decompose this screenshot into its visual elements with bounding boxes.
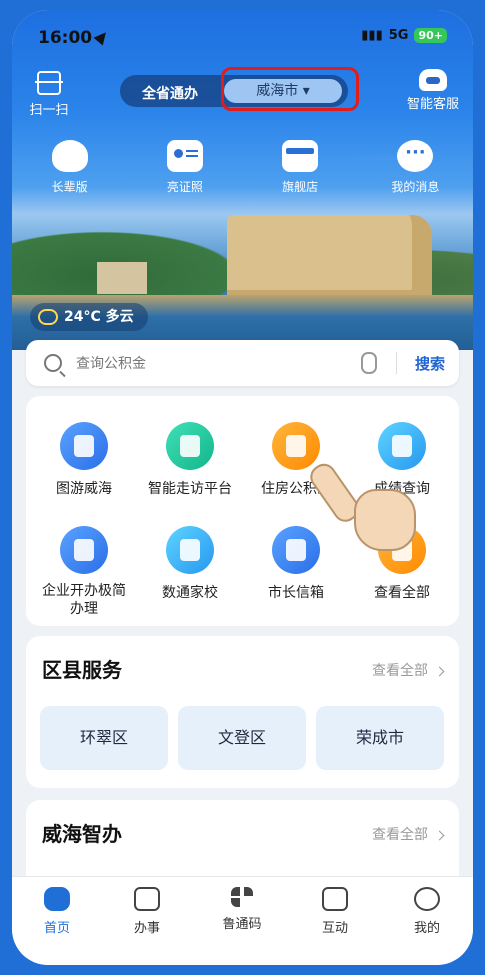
status-right: ▮▮▮ 5G 90+ xyxy=(361,28,447,43)
landmark-building-image xyxy=(227,215,432,300)
document-icon xyxy=(134,887,160,911)
service-business-setup[interactable]: 企业开办极简办理 xyxy=(32,526,136,618)
network-label: 5G xyxy=(388,28,409,43)
location-arrow-icon xyxy=(93,28,111,46)
smart-service-label: 智能客服 xyxy=(406,97,459,112)
heart-hand-icon xyxy=(51,140,88,172)
status-bar: 16:00 ▮▮▮ 5G 90+ xyxy=(38,28,447,50)
smart-office-title: 威海智办 xyxy=(42,822,122,846)
quick-actions: 长辈版 亮证照 旗舰店 我的消息 xyxy=(12,140,473,195)
district-rongcheng[interactable]: 荣成市 xyxy=(316,706,444,770)
nav-label: 办事 xyxy=(133,921,160,936)
quick-elder-mode[interactable]: 长辈版 xyxy=(30,140,110,195)
weather-text: 24°C 多云 xyxy=(64,309,134,325)
partly-cloudy-icon xyxy=(38,309,58,325)
quick-label: 长辈版 xyxy=(51,180,88,194)
service-map-tour[interactable]: 图游威海 xyxy=(32,422,136,498)
battery-icon: 90+ xyxy=(414,28,447,43)
search-icon xyxy=(44,354,62,372)
service-label: 图游威海 xyxy=(56,481,112,497)
home-school-icon xyxy=(166,526,214,574)
robot-icon xyxy=(418,69,447,91)
service-home-school[interactable]: 数通家校 xyxy=(138,526,242,602)
qr-code-icon xyxy=(231,887,253,907)
search-input[interactable] xyxy=(74,350,338,378)
nav-lutong-code[interactable]: 鲁通码 xyxy=(202,887,282,932)
quick-label: 旗舰店 xyxy=(282,180,319,194)
service-smart-visit[interactable]: 智能走访平台 xyxy=(138,422,242,498)
visit-platform-icon xyxy=(166,422,214,470)
district-card: 区县服务 查看全部 环翠区 文登区 荣成市 xyxy=(26,636,459,788)
business-building-icon xyxy=(60,526,108,574)
service-label: 智能走访平台 xyxy=(148,481,232,497)
message-icon xyxy=(397,140,434,172)
quick-my-messages[interactable]: 我的消息 xyxy=(375,140,455,195)
divider xyxy=(396,352,397,374)
quick-label: 我的消息 xyxy=(391,180,440,194)
scan-icon xyxy=(35,71,63,95)
search-button[interactable]: 搜索 xyxy=(415,353,445,374)
home-icon xyxy=(44,887,70,911)
bottom-nav: 首页 办事 鲁通码 互动 我的 xyxy=(12,876,473,965)
smart-service-button[interactable]: 智能客服 xyxy=(407,69,459,112)
quick-label: 亮证照 xyxy=(166,180,203,194)
id-card-icon xyxy=(166,140,203,172)
microphone-icon[interactable] xyxy=(361,352,377,374)
nav-label: 鲁通码 xyxy=(222,917,262,932)
nav-interact[interactable]: 互动 xyxy=(295,887,375,936)
nav-home[interactable]: 首页 xyxy=(17,887,97,936)
weather-badge: 24°C 多云 xyxy=(30,303,148,331)
nav-label: 互动 xyxy=(321,921,348,936)
nav-affairs[interactable]: 办事 xyxy=(107,887,187,936)
district-view-all[interactable]: 查看全部 xyxy=(372,660,445,680)
service-label: 市长信箱 xyxy=(268,585,324,601)
district-wendeng[interactable]: 文登区 xyxy=(178,706,306,770)
district-title: 区县服务 xyxy=(42,658,122,682)
app-screen: 16:00 ▮▮▮ 5G 90+ 扫一扫 全省通办 威海市 ▾ 智能客服 长辈版… xyxy=(12,10,473,965)
hand-palm xyxy=(354,489,416,551)
housing-fund-icon xyxy=(272,422,320,470)
nav-label: 我的 xyxy=(413,921,440,936)
chevron-right-icon xyxy=(434,830,445,840)
quick-show-certificate[interactable]: 亮证照 xyxy=(145,140,225,195)
province-tab[interactable]: 全省通办 xyxy=(142,83,198,103)
nav-mine[interactable]: 我的 xyxy=(387,887,467,936)
service-mayor-mailbox[interactable]: 市长信箱 xyxy=(244,526,348,602)
smile-icon xyxy=(414,887,440,911)
district-huancui[interactable]: 环翠区 xyxy=(40,706,168,770)
pointing-hand-icon xyxy=(305,455,416,551)
store-icon xyxy=(282,140,319,172)
status-time: 16:00 xyxy=(38,28,111,48)
quick-flagship-store[interactable]: 旗舰店 xyxy=(260,140,340,195)
chevron-right-icon xyxy=(434,666,445,676)
signal-icon: ▮▮▮ xyxy=(361,28,383,43)
service-label: 数通家校 xyxy=(162,585,218,601)
phone-frame: 16:00 ▮▮▮ 5G 90+ 扫一扫 全省通办 威海市 ▾ 智能客服 长辈版… xyxy=(0,0,485,975)
nav-label: 首页 xyxy=(43,921,70,936)
smart-office-view-all[interactable]: 查看全部 xyxy=(372,824,445,844)
search-bar: 搜索 xyxy=(26,340,459,386)
service-label: 查看全部 xyxy=(374,585,430,601)
highlight-box xyxy=(221,67,359,111)
chat-icon xyxy=(322,887,348,911)
scan-label: 扫一扫 xyxy=(29,103,69,118)
small-building-image xyxy=(97,262,147,294)
mailbox-icon xyxy=(272,526,320,574)
map-tour-icon xyxy=(60,422,108,470)
scan-button[interactable]: 扫一扫 xyxy=(24,71,74,118)
service-label: 企业开办极简办理 xyxy=(42,583,126,617)
